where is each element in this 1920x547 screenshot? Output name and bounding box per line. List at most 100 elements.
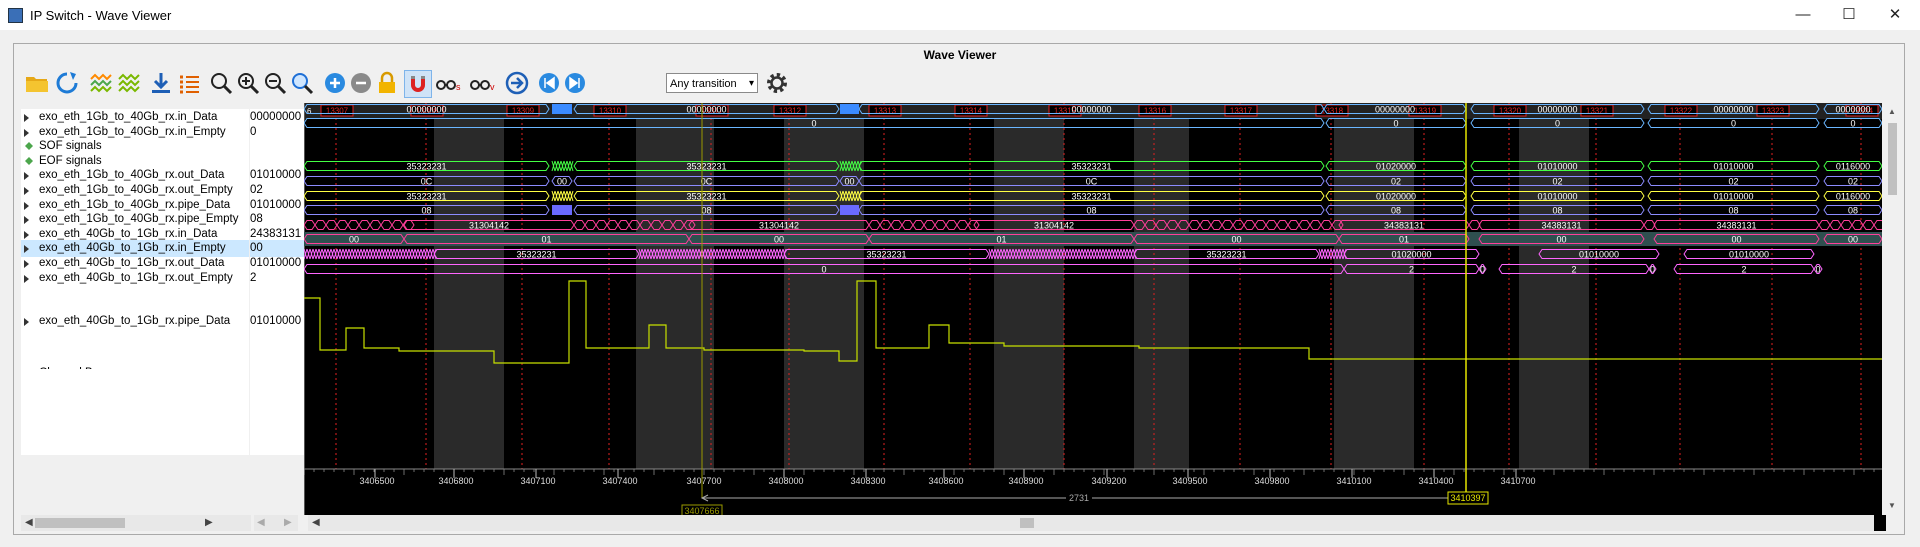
minimize-button[interactable]: —: [1780, 0, 1826, 30]
toolbar: s v: [18, 67, 1898, 99]
vertical-scrollbar[interactable]: ▲ ▼: [1885, 103, 1900, 515]
scroll-left-icon[interactable]: ◀: [312, 517, 320, 528]
scroll-left-icon[interactable]: ◀: [25, 517, 33, 528]
signal-row[interactable]: exo_eth_40Gb_to_1Gb_rx.pipe_Data: [21, 313, 249, 330]
signal-row[interactable]: exo_eth_40Gb_to_1Gb_rx.out_Empty: [21, 270, 249, 287]
edit-signals-icon[interactable]: [88, 70, 114, 96]
timeline-tick-label: 3409500: [1172, 476, 1207, 486]
refresh-icon[interactable]: [54, 70, 80, 96]
zoom-out-icon[interactable]: [262, 70, 288, 96]
bus-value-label: 0: [1555, 119, 1560, 129]
shaded-region: [994, 119, 1064, 469]
remove-icon[interactable]: [348, 70, 374, 96]
zoom-fit-icon[interactable]: [208, 70, 234, 96]
bus-value-label: 0: [821, 265, 826, 275]
expand-arrow-icon[interactable]: [24, 172, 29, 180]
bus-value-label: 2: [1741, 265, 1746, 275]
settings-gear-icon[interactable]: [764, 70, 790, 96]
open-folder-icon[interactable]: [24, 70, 50, 96]
timeline-tick-label: 3409800: [1254, 476, 1289, 486]
bus-value-label: 31304142: [469, 221, 509, 231]
corner-box: [1874, 515, 1886, 531]
lock-icon[interactable]: [374, 70, 400, 96]
bus-value-label: 00: [557, 177, 567, 187]
expand-arrow-icon[interactable]: [24, 114, 29, 122]
transition-type-select[interactable]: Any transition ▾: [666, 73, 758, 93]
marker-label: 13320: [1499, 107, 1522, 116]
find-value-icon[interactable]: v: [468, 70, 500, 96]
bus-value-label: 2: [1409, 265, 1414, 275]
add-icon[interactable]: [322, 70, 348, 96]
bus-value-label: 0116000: [1836, 162, 1870, 172]
bus-value-label: 0: [1815, 265, 1820, 275]
bus-value-label: 35323231: [406, 192, 446, 202]
signal-group-icon: [25, 142, 33, 150]
timeline-tick-label: 3410400: [1418, 476, 1453, 486]
expand-arrow-icon[interactable]: [24, 245, 29, 253]
scroll-up-icon[interactable]: ▲: [1888, 107, 1896, 116]
timeline-tick-label: 3407100: [520, 476, 555, 486]
signal-row[interactable]: Channel B: [21, 361, 249, 369]
waveform-canvas[interactable]: 6 13307 13308 13309 13310 13311 13312 13313 1331…: [304, 103, 1882, 515]
zoom-in-icon[interactable]: [235, 70, 261, 96]
bus-value-label: 02: [1391, 177, 1401, 187]
names-scroll-thumb[interactable]: [35, 518, 125, 528]
maximize-button[interactable]: ☐: [1826, 0, 1872, 30]
scroll-down-icon[interactable]: ▼: [1888, 501, 1896, 510]
bus-value-label: 02: [1552, 177, 1562, 187]
signal-name: Channel B: [39, 365, 93, 369]
app-icon: [8, 8, 23, 23]
bus-value-label: 0: [1393, 119, 1398, 129]
find-signal-icon[interactable]: s: [434, 70, 466, 96]
scroll-right-icon[interactable]: ▶: [284, 517, 292, 528]
wave-scroll-thumb[interactable]: [1020, 518, 1034, 528]
snap-magnet-icon[interactable]: [404, 70, 432, 98]
signal-group-icon: [25, 157, 33, 165]
shaded-region: [1519, 119, 1589, 469]
vertical-scroll-thumb[interactable]: [1888, 123, 1897, 195]
bus-value-label: 35323231: [686, 192, 726, 202]
signal-values-panel: 00000000 0 01010000 02 01010000 08 24383131 00 0…: [250, 109, 304, 455]
bus-value-label: 00: [1731, 235, 1741, 245]
waveform-icon[interactable]: [116, 70, 142, 96]
values-hscrollbar[interactable]: ◀ ▶: [254, 515, 298, 531]
marker-label: 13310: [599, 107, 622, 116]
bus-value-label: 0000000: [1835, 105, 1870, 115]
goto-arrow-icon[interactable]: [504, 70, 530, 96]
scroll-left-icon[interactable]: ◀: [257, 517, 265, 528]
timeline-tick-label: 3408900: [1008, 476, 1043, 486]
signal-names-panel: exo_eth_1Gb_to_40Gb_rx.in_Data exo_eth_1G…: [21, 109, 249, 455]
previous-edge-icon[interactable]: [536, 70, 562, 96]
timeline-tick-label: 3409200: [1091, 476, 1126, 486]
bus-value-label: 0C: [1086, 177, 1098, 187]
bus-value-label: 01010000: [1579, 250, 1619, 260]
next-edge-icon[interactable]: [562, 70, 588, 96]
bus-value-label: 34383131: [1716, 221, 1756, 231]
bus-value-label: 02: [1728, 177, 1738, 187]
close-button[interactable]: ✕: [1872, 0, 1918, 30]
signal-value: 01010000: [250, 315, 302, 327]
scroll-right-icon[interactable]: ▶: [205, 517, 213, 528]
expand-arrow-icon[interactable]: [24, 216, 29, 224]
timeline-tick-label: 3407700: [686, 476, 721, 486]
timeline-tick-label: 3410100: [1336, 476, 1371, 486]
expand-arrow-icon[interactable]: [24, 187, 29, 195]
expand-arrow-icon[interactable]: [24, 318, 29, 326]
marker-label: 13313: [874, 107, 897, 116]
download-icon[interactable]: [148, 70, 174, 96]
wave-hscrollbar[interactable]: ◀: [308, 515, 1886, 531]
expand-arrow-icon[interactable]: [24, 260, 29, 268]
list-icon[interactable]: [176, 70, 202, 96]
zoom-selection-icon[interactable]: [289, 70, 315, 96]
marker-start-label: 6: [307, 107, 312, 116]
bus-value-label: 0116000: [1836, 192, 1870, 202]
bus-value-label: 00: [1848, 235, 1858, 245]
names-hscrollbar[interactable]: ◀ ▶: [21, 515, 251, 531]
expand-arrow-icon[interactable]: [24, 275, 29, 283]
expand-arrow-icon[interactable]: [24, 202, 29, 210]
expand-arrow-icon[interactable]: [24, 129, 29, 137]
bus-value-label: 08: [421, 206, 431, 216]
bus-value-label: 35323231: [516, 250, 556, 260]
bus-value-label: 0: [1480, 265, 1485, 275]
expand-arrow-icon[interactable]: [24, 231, 29, 239]
